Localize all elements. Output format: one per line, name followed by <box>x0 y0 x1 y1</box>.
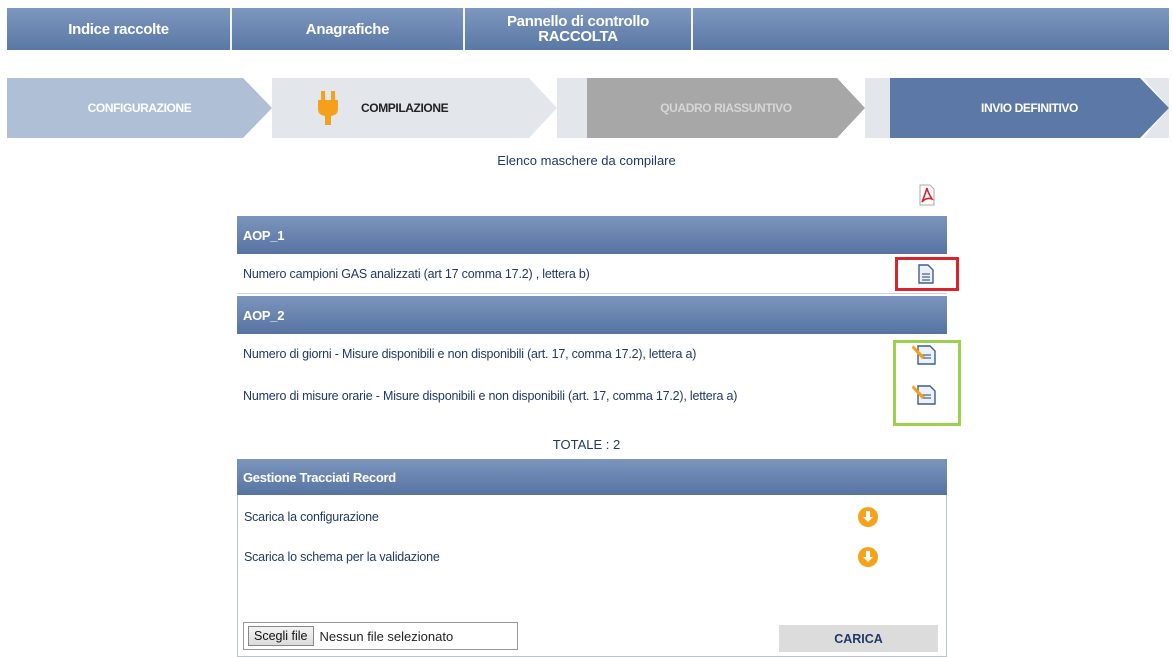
step-invio-definitivo[interactable]: INVIO DEFINITIVO <box>890 78 1169 138</box>
section-header: Gestione Tracciati Record <box>237 459 947 495</box>
step-configurazione[interactable]: CONFIGURAZIONE <box>7 78 272 138</box>
nav-tab-anagrafiche[interactable]: Anagrafiche <box>232 8 465 50</box>
highlight-box-green <box>893 340 961 426</box>
section-header: AOP_1 <box>237 216 947 254</box>
nav-tab-indice-raccolte[interactable]: Indice raccolte <box>7 8 232 50</box>
nav-tab-label: Indice raccolte <box>68 20 169 38</box>
choose-file-button[interactable]: Scegli file <box>248 626 314 646</box>
list-item[interactable]: Numero di misure orarie - Misure disponi… <box>237 374 947 418</box>
file-status: Nessun file selezionato <box>319 628 454 644</box>
step-quadro-riassuntivo[interactable]: QUADRO RIASSUNTIVO <box>587 78 865 138</box>
download-icon[interactable] <box>858 507 878 527</box>
totale-label: TOTALE : 2 <box>552 437 621 452</box>
download-label: Scarica lo schema per la validazione <box>244 550 440 564</box>
section-aop-1: AOP_1 Numero campioni GAS analizzati (ar… <box>237 216 947 294</box>
section-title: Gestione Tracciati Record <box>243 469 396 485</box>
list-item[interactable]: Numero campioni GAS analizzati (art 17 c… <box>237 254 947 294</box>
list-item-label: Numero campioni GAS analizzati (art 17 c… <box>243 266 590 281</box>
list-item-label: Numero di giorni - Misure disponibili e … <box>243 347 697 361</box>
download-icon[interactable] <box>858 547 878 567</box>
carica-button[interactable]: CARICA <box>779 625 938 652</box>
step-label: CONFIGURAZIONE <box>87 101 192 115</box>
pdf-icon[interactable] <box>918 184 936 206</box>
plug-icon <box>318 91 338 125</box>
page-subtitle: Elenco maschere da compilare <box>497 153 676 168</box>
file-input[interactable]: Scegli file Nessun file selezionato <box>243 622 518 650</box>
step-label: QUADRO RIASSUNTIVO <box>660 101 792 115</box>
nav-tab-label-line2: RACCOLTA <box>538 28 618 45</box>
nav-tab-label-line1: Pannello di controllo <box>506 13 650 30</box>
section-title: AOP_2 <box>243 307 285 323</box>
download-row[interactable]: Scarica lo schema per la validazione <box>238 537 946 577</box>
top-navigation: Indice raccolte Anagrafiche Pannello di … <box>7 8 1169 50</box>
section-title: AOP_1 <box>243 227 285 243</box>
section-header: AOP_2 <box>237 296 947 334</box>
nav-tab-pannello-controllo[interactable]: Pannello di controllo RACCOLTA <box>465 8 693 50</box>
list-item-label: Numero di misure orarie - Misure disponi… <box>243 389 738 403</box>
step-progress: CONFIGURAZIONE COMPILAZIONE QUADRO RIASS… <box>7 78 1169 138</box>
step-label: COMPILAZIONE <box>361 101 449 115</box>
step-compilazione[interactable]: COMPILAZIONE <box>297 78 557 138</box>
section-aop-2: AOP_2 Numero di giorni - Misure disponib… <box>237 296 947 418</box>
highlight-box-red <box>895 257 959 291</box>
download-row[interactable]: Scarica la configurazione <box>238 497 946 537</box>
list-item[interactable]: Numero di giorni - Misure disponibili e … <box>237 334 947 374</box>
download-label: Scarica la configurazione <box>244 510 379 524</box>
step-label: INVIO DEFINITIVO <box>981 101 1078 115</box>
nav-tab-label: Anagrafiche <box>305 20 390 38</box>
